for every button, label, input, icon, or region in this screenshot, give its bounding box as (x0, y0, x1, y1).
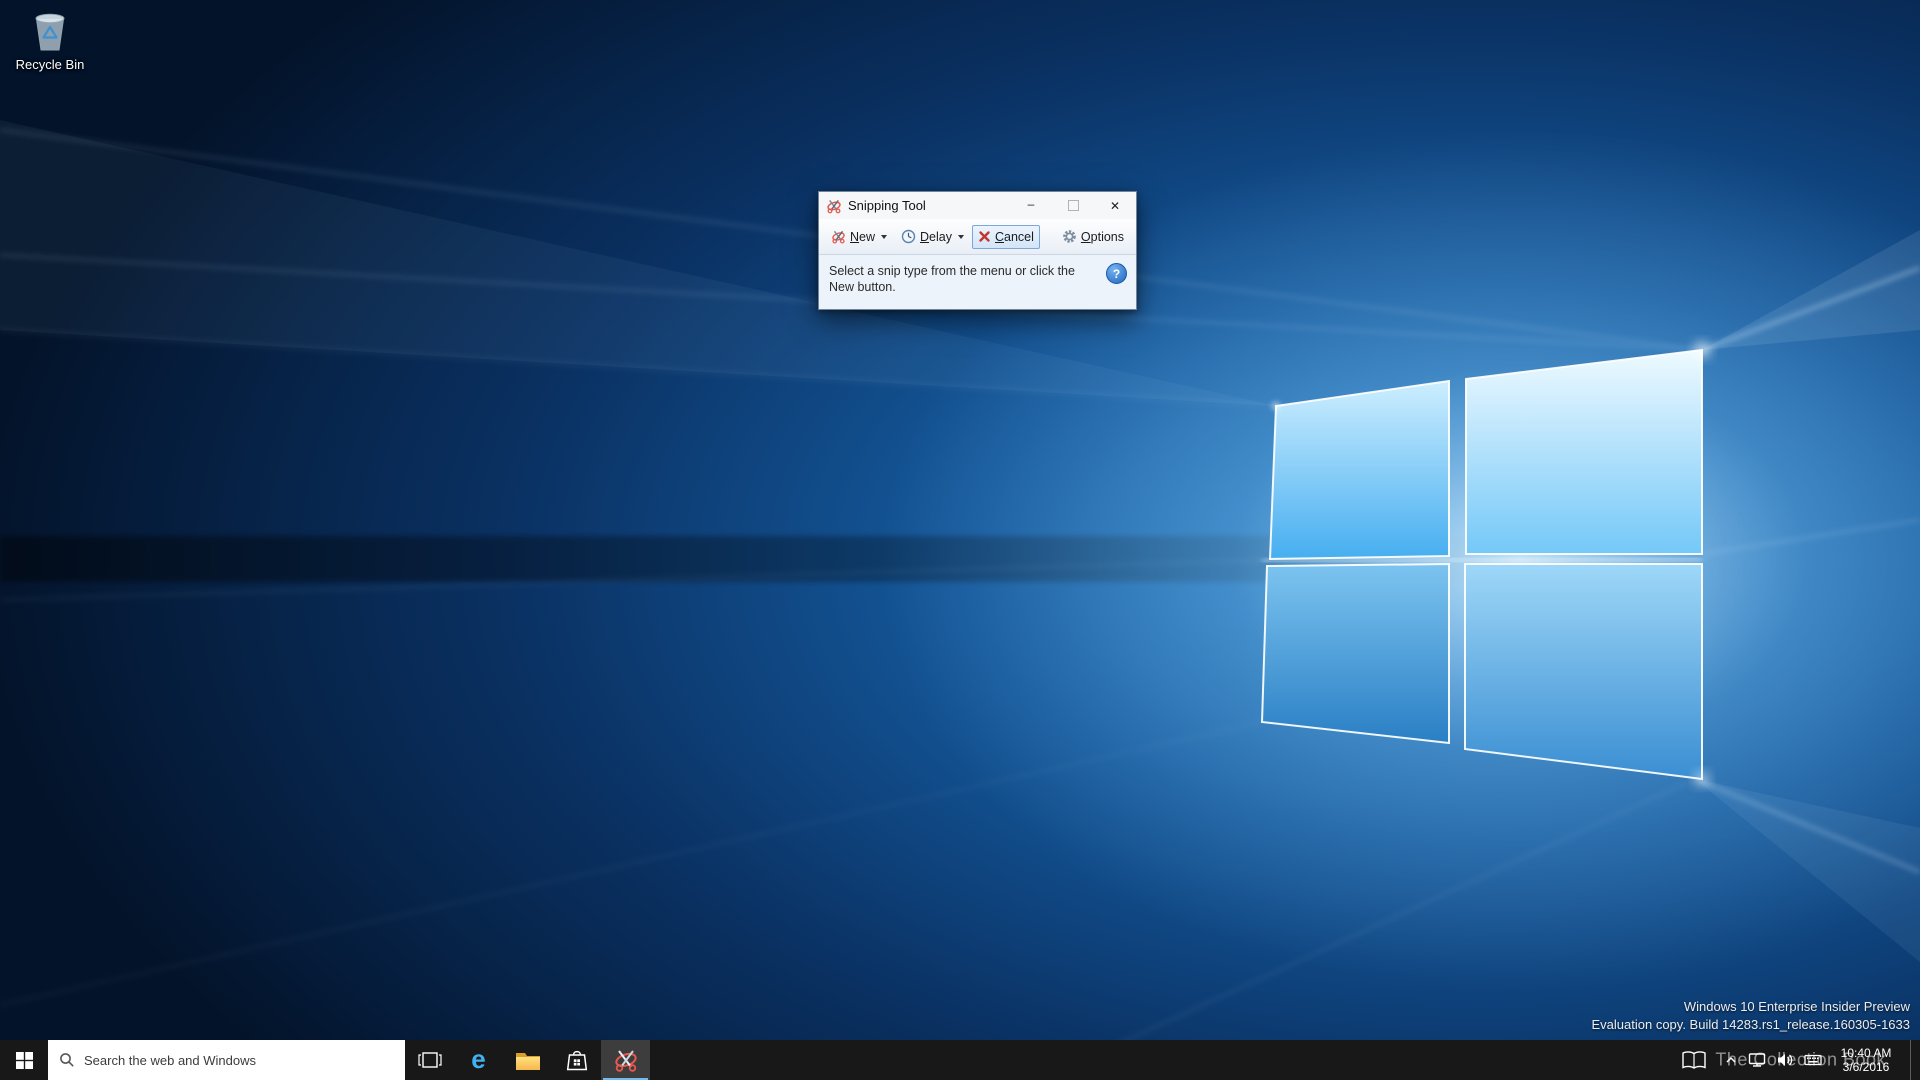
search-placeholder-text: Search the web and Windows (84, 1053, 256, 1068)
minimize-icon: – (1028, 197, 1035, 211)
volume-tray-button[interactable] (1771, 1040, 1799, 1080)
close-button[interactable]: ✕ (1094, 192, 1136, 219)
minimize-button[interactable]: – (1010, 192, 1052, 219)
snipping-tool-app-icon (826, 198, 842, 214)
edge-logo-icon: e (471, 1046, 485, 1072)
taskbar-spacer (650, 1040, 1719, 1080)
snipping-tool-titlebar[interactable]: Snipping Tool – ✕ (819, 192, 1136, 219)
help-icon[interactable]: ? (1106, 263, 1127, 284)
file-explorer-button[interactable] (503, 1040, 552, 1080)
windows-hero-wallpaper (0, 0, 1920, 1080)
store-button[interactable] (552, 1040, 601, 1080)
network-tray-button[interactable] (1743, 1040, 1771, 1080)
delay-button[interactable]: Delay (895, 224, 970, 249)
windows-logo-icon (16, 1052, 33, 1069)
edge-button[interactable]: e (454, 1040, 503, 1080)
window-title: Snipping Tool (848, 198, 926, 213)
delay-label: Delay (920, 230, 952, 244)
store-bag-icon (566, 1048, 588, 1072)
cancel-button[interactable]: Cancel (972, 225, 1040, 249)
watermark-line-1: Windows 10 Enterprise Insider Preview (1592, 998, 1911, 1016)
snipping-tool-toolbar: New Delay Cancel (819, 219, 1136, 255)
system-tray: 10:40 AM 3/6/2016 (1719, 1040, 1920, 1080)
maximize-icon (1068, 200, 1079, 211)
taskbar-search[interactable]: Search the web and Windows (48, 1040, 405, 1080)
gear-icon (1062, 229, 1077, 244)
clock-time: 10:40 AM (1841, 1046, 1892, 1060)
speaker-icon (1776, 1052, 1794, 1068)
desktop: Recycle Bin Snipping Tool – (0, 0, 1920, 1080)
hidden-icons-chevron[interactable] (1719, 1040, 1743, 1080)
scissors-icon (831, 229, 846, 244)
taskbar: Search the web and Windows e (0, 1040, 1920, 1080)
snipping-tool-icon (613, 1047, 639, 1073)
snipping-tool-infobar: Select a snip type from the menu or clic… (819, 255, 1136, 309)
options-button[interactable]: Options (1056, 224, 1130, 249)
help-glyph: ? (1113, 266, 1120, 282)
folder-icon (515, 1050, 541, 1071)
chevron-down-icon (958, 235, 964, 239)
taskbar-clock[interactable]: 10:40 AM 3/6/2016 (1827, 1046, 1905, 1074)
start-button[interactable] (0, 1040, 48, 1080)
new-snip-button[interactable]: New (825, 224, 893, 249)
cancel-label: Cancel (995, 230, 1034, 244)
maximize-button[interactable] (1052, 192, 1094, 219)
chevron-up-icon (1724, 1053, 1738, 1067)
new-snip-label: New (850, 230, 875, 244)
build-watermark: Windows 10 Enterprise Insider Preview Ev… (1592, 998, 1911, 1034)
red-x-icon (978, 230, 991, 243)
window-caption-buttons: – ✕ (1010, 192, 1136, 219)
close-icon: ✕ (1110, 200, 1120, 212)
network-icon (1748, 1052, 1766, 1068)
task-view-button[interactable] (405, 1040, 454, 1080)
snipping-tool-window: Snipping Tool – ✕ (818, 191, 1137, 310)
watermark-line-2: Evaluation copy. Build 14283.rs1_release… (1592, 1016, 1911, 1034)
options-label: Options (1081, 230, 1124, 244)
keyboard-icon (1804, 1053, 1822, 1067)
task-view-icon (418, 1051, 442, 1069)
snipping-tool-taskbar-button[interactable] (601, 1040, 650, 1080)
recycle-bin-label: Recycle Bin (16, 57, 85, 72)
recycle-bin-glyph (27, 8, 73, 54)
chevron-down-icon (881, 235, 887, 239)
search-icon (59, 1052, 75, 1068)
touch-keyboard-button[interactable] (1799, 1040, 1827, 1080)
recycle-bin-icon[interactable]: Recycle Bin (6, 8, 94, 72)
show-desktop-button[interactable] (1910, 1040, 1918, 1080)
clock-icon (901, 229, 916, 244)
clock-date: 3/6/2016 (1843, 1060, 1890, 1074)
instruction-text: Select a snip type from the menu or clic… (829, 263, 1100, 295)
